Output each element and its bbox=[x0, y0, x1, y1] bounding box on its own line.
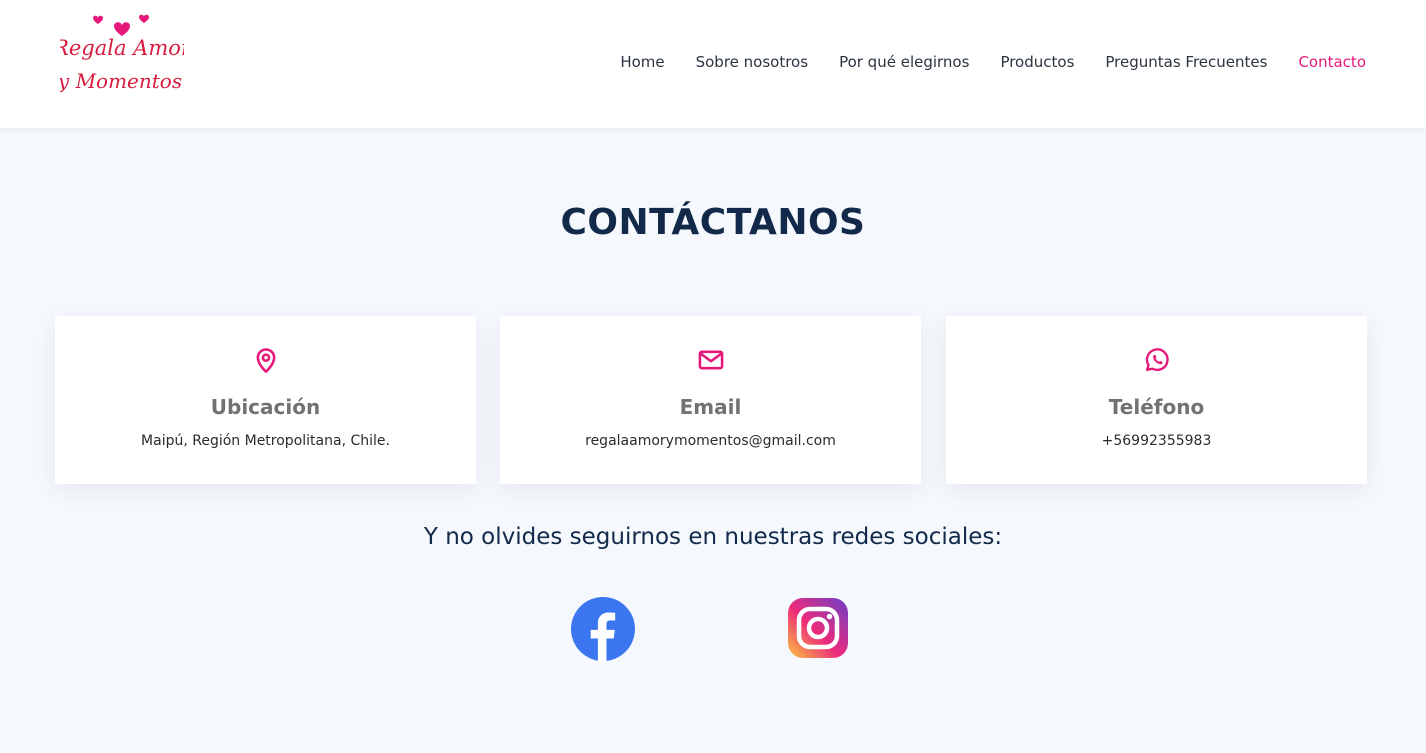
nav-faq[interactable]: Preguntas Frecuentes bbox=[1105, 50, 1267, 74]
nav-products[interactable]: Productos bbox=[1000, 50, 1074, 74]
brand-logo[interactable]: Regala Amor y Momentos bbox=[60, 12, 184, 104]
heart-icon bbox=[114, 22, 130, 36]
whatsapp-icon bbox=[1145, 348, 1169, 372]
heart-icon bbox=[93, 15, 103, 24]
page-title: CONTÁCTANOS bbox=[560, 202, 866, 243]
site-header: Regala Amor y Momentos Home Sobre nosotr… bbox=[0, 0, 1426, 128]
email-link[interactable]: regalaamorymomentos@gmail.com bbox=[500, 431, 921, 451]
facebook-icon bbox=[571, 597, 635, 662]
logo-text-line2: y Momentos bbox=[60, 69, 182, 93]
main-nav: Home Sobre nosotros Por qué elegirnos Pr… bbox=[620, 50, 1366, 74]
phone-card: Teléfono +56992355983 bbox=[946, 316, 1367, 484]
facebook-link[interactable] bbox=[570, 596, 636, 662]
nav-contact[interactable]: Contacto bbox=[1298, 50, 1366, 74]
instagram-link[interactable] bbox=[787, 597, 849, 659]
email-card: Email regalaamorymomentos@gmail.com bbox=[500, 316, 921, 484]
nav-home[interactable]: Home bbox=[620, 50, 664, 74]
phone-link[interactable]: +56992355983 bbox=[946, 431, 1367, 451]
card-title: Email bbox=[679, 395, 742, 419]
location-pin-icon bbox=[256, 348, 275, 373]
location-text: Maipú, Región Metropolitana, Chile. bbox=[141, 433, 390, 449]
nav-why-us[interactable]: Por qué elegirnos bbox=[839, 50, 969, 74]
location-card: Ubicación Maipú, Región Metropolitana, C… bbox=[55, 316, 476, 484]
logo-text-line1: Regala Amor bbox=[60, 36, 184, 60]
envelope-icon bbox=[698, 350, 723, 370]
instagram-icon bbox=[788, 598, 848, 658]
nav-about[interactable]: Sobre nosotros bbox=[696, 50, 808, 74]
card-title: Ubicación bbox=[210, 395, 321, 419]
social-heading: Y no olvides seguirnos en nuestras redes… bbox=[423, 524, 1003, 550]
card-title: Teléfono bbox=[1108, 395, 1205, 419]
heart-icon bbox=[139, 14, 149, 23]
